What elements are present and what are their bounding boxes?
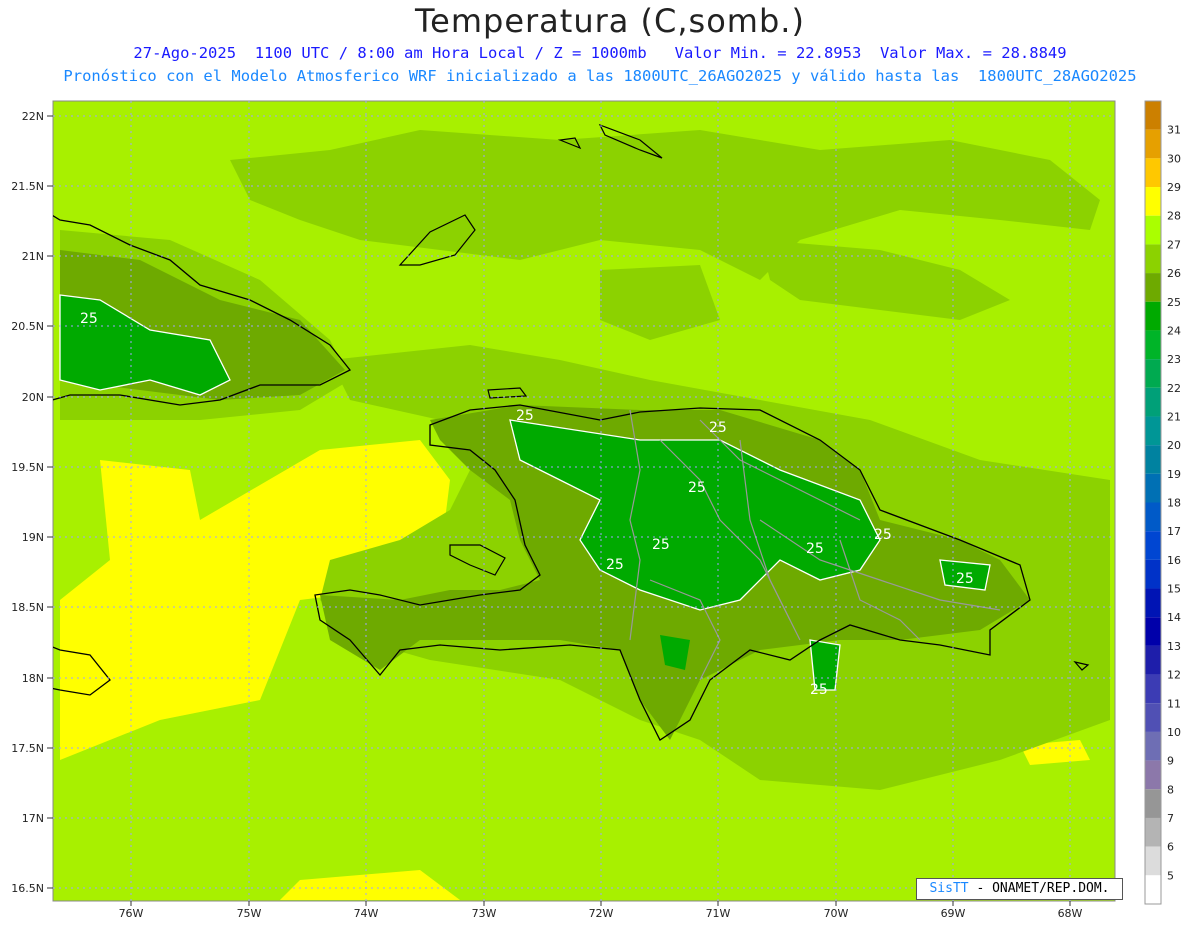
lon-label: 73W <box>472 907 497 920</box>
contour-label: 25 <box>80 311 98 327</box>
colorbar-swatch <box>1145 244 1161 274</box>
colorbar-label: 15 <box>1167 583 1181 596</box>
lat-label: 21N <box>22 250 44 263</box>
colorbar-swatch <box>1145 588 1161 618</box>
contour-label: 25 <box>956 571 974 587</box>
lat-label: 19.5N <box>11 461 44 474</box>
contour-label: 25 <box>606 557 624 573</box>
contour-label: 25 <box>810 682 828 698</box>
sistt-brand: SisTT <box>929 881 969 896</box>
lat-label: 16.5N <box>11 882 44 895</box>
contour-label: 25 <box>652 537 670 553</box>
colorbar-label: 6 <box>1167 841 1174 854</box>
colorbar-swatch <box>1145 416 1161 446</box>
colorbar-swatch <box>1145 703 1161 732</box>
colorbar-label: 29 <box>1167 181 1181 194</box>
colorbar-label: 17 <box>1167 525 1181 538</box>
colorbar-label: 10 <box>1167 726 1181 739</box>
colorbar-swatch <box>1145 187 1161 216</box>
colorbar-label: 25 <box>1167 296 1181 309</box>
lon-label: 69W <box>941 907 966 920</box>
lon-label: 75W <box>237 907 262 920</box>
colorbar-swatch <box>1145 617 1161 646</box>
colorbar-swatch <box>1145 789 1161 818</box>
colorbar-label: 24 <box>1167 324 1181 337</box>
lat-label: 22N <box>22 110 44 123</box>
lon-ticks <box>130 901 1071 906</box>
temperature-map: 25 25 25 25 25 25 25 25 25 25 22N 21.5N … <box>11 100 1181 920</box>
lat-label: 17N <box>22 812 44 825</box>
colorbar-swatch <box>1145 359 1161 388</box>
colorbar-swatch <box>1145 101 1161 130</box>
colorbar-swatch <box>1145 445 1161 474</box>
contour-label: 25 <box>874 527 892 543</box>
lat-label: 21.5N <box>11 180 44 193</box>
contour-label: 25 <box>709 420 727 436</box>
colorbar-swatch <box>1145 129 1161 159</box>
lon-label: 68W <box>1058 907 1083 920</box>
colorbar-label: 22 <box>1167 382 1181 395</box>
colorbar-label: 20 <box>1167 439 1181 452</box>
colorbar-swatch <box>1145 473 1161 503</box>
credit-box: SisTT - ONAMET/REP.DOM. <box>916 878 1123 900</box>
colorbar-swatch <box>1145 846 1161 876</box>
colorbar-swatch <box>1145 387 1161 417</box>
contour-label: 25 <box>688 480 706 496</box>
colorbar-label: 5 <box>1167 869 1174 882</box>
lon-label: 72W <box>589 907 614 920</box>
colorbar-swatch <box>1145 273 1161 302</box>
colorbar: 31 30 29 28 27 26 25 24 23 22 21 20 19 18 17 16 15 14 13 12… <box>1144 100 1181 905</box>
colorbar-label: 18 <box>1167 497 1181 510</box>
colorbar-label: 31 <box>1167 124 1181 137</box>
colorbar-label: 11 <box>1167 697 1181 710</box>
colorbar-label: 14 <box>1167 611 1181 624</box>
colorbar-label: 21 <box>1167 410 1181 423</box>
colorbar-swatch <box>1145 760 1161 790</box>
colorbar-label: 23 <box>1167 353 1181 366</box>
lat-label: 20.5N <box>11 320 44 333</box>
colorbar-swatch <box>1145 875 1161 904</box>
longitude-labels: 76W 75W 74W 73W 72W 71W 70W 69W 68W <box>119 907 1083 920</box>
colorbar-swatch <box>1145 215 1161 245</box>
colorbar-swatch <box>1145 301 1161 331</box>
lat-label: 20N <box>22 391 44 404</box>
lat-ticks <box>47 115 53 889</box>
colorbar-label: 7 <box>1167 812 1174 825</box>
contour-label: 25 <box>516 408 534 424</box>
colorbar-swatch <box>1145 330 1161 360</box>
contour-label: 25 <box>806 541 824 557</box>
colorbar-label: 9 <box>1167 755 1174 768</box>
colorbar-swatch <box>1145 502 1161 532</box>
lat-label: 17.5N <box>11 742 44 755</box>
colorbar-swatch <box>1145 158 1161 188</box>
colorbar-label: 26 <box>1167 267 1181 280</box>
colorbar-label: 27 <box>1167 238 1181 251</box>
colorbar-label: 16 <box>1167 554 1181 567</box>
colorbar-swatch <box>1145 817 1161 847</box>
lon-label: 74W <box>354 907 379 920</box>
colorbar-swatch <box>1145 645 1161 675</box>
colorbar-label: 30 <box>1167 152 1181 165</box>
lat-label: 19N <box>22 531 44 544</box>
lat-label: 18.5N <box>11 601 44 614</box>
colorbar-label: 12 <box>1167 669 1181 682</box>
credit-text: - ONAMET/REP.DOM. <box>968 881 1110 896</box>
colorbar-label: 19 <box>1167 468 1181 481</box>
colorbar-swatch <box>1145 531 1161 560</box>
colorbar-swatch <box>1145 674 1161 704</box>
lon-label: 71W <box>706 907 731 920</box>
lon-label: 70W <box>824 907 849 920</box>
colorbar-label: 28 <box>1167 210 1181 223</box>
latitude-labels: 22N 21.5N 21N 20.5N 20N 19.5N 19N 18.5N … <box>11 110 44 895</box>
colorbar-swatch <box>1145 731 1161 761</box>
lat-label: 18N <box>22 672 44 685</box>
colorbar-label: 8 <box>1167 783 1174 796</box>
lon-label: 76W <box>119 907 144 920</box>
colorbar-label: 13 <box>1167 640 1181 653</box>
colorbar-swatch <box>1145 559 1161 589</box>
